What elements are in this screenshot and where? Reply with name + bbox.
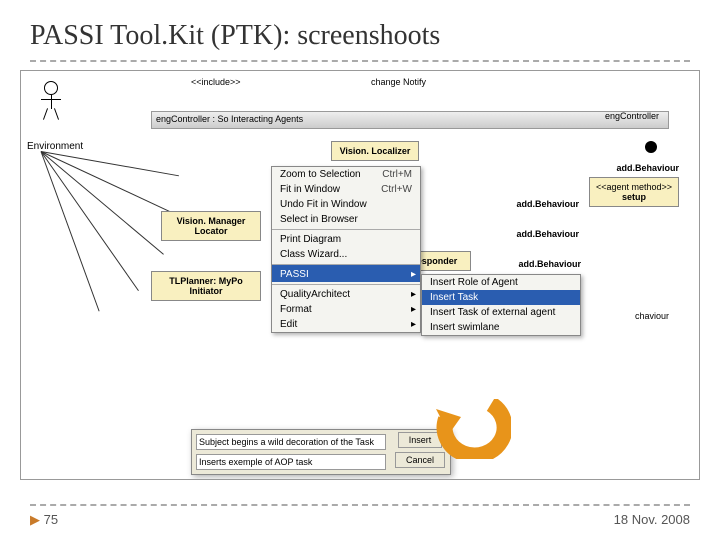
chevron-right-icon: ▸ [411, 289, 416, 300]
include-label: <<include>> [191, 77, 241, 87]
submenu-insert-task[interactable]: Insert Task [422, 290, 580, 305]
behaviour-label: chaviour [635, 311, 669, 321]
slide-title: PASSI Tool.Kit (PTK): screenshoots [30, 20, 690, 62]
menu-fit-window[interactable]: Fit in WindowCtrl+W [272, 182, 420, 197]
context-menu[interactable]: Zoom to SelectionCtrl+M Fit in WindowCtr… [271, 166, 421, 333]
tlplanner-label: TLPlanner: MyPo Initiator [169, 276, 243, 296]
passi-submenu[interactable]: Insert Role of Agent Insert Task Insert … [421, 274, 581, 336]
vision-localizer-box[interactable]: Vision. Localizer [331, 141, 419, 161]
menu-edit[interactable]: Edit▸ [272, 317, 420, 332]
dialog-list-item-2[interactable]: Inserts exemple of AOP task [196, 454, 386, 470]
menu-zoom-selection[interactable]: Zoom to SelectionCtrl+M [272, 167, 420, 182]
initial-state-icon [645, 141, 657, 153]
controller-label: engController [605, 111, 659, 121]
page-number: 75 [30, 512, 58, 528]
change-notify-label: change Notify [371, 77, 426, 87]
slide-date: 18 Nov. 2008 [614, 512, 690, 528]
menu-undo-fit[interactable]: Undo Fit in Window [272, 197, 420, 212]
diagram-canvas: Environment <<include>> change Notify en… [20, 70, 700, 480]
vision-manager-box[interactable]: Vision. Manager Locator [161, 211, 261, 241]
chevron-right-icon: ▸ [411, 269, 416, 280]
actor-connection-lines [41, 151, 161, 301]
add-behaviour-3: add.Behaviour [516, 229, 579, 239]
setup-label: setup [594, 192, 674, 202]
curved-arrow-icon [431, 399, 511, 459]
slide-footer: 75 18 Nov. 2008 [30, 504, 690, 528]
submenu-insert-task-external[interactable]: Insert Task of external agent [422, 305, 580, 320]
dialog-list-item-1[interactable]: Subject begins a wild decoration of the … [196, 434, 386, 450]
menu-passi[interactable]: PASSI▸ [272, 264, 420, 282]
add-behaviour-1: add.Behaviour [616, 163, 679, 173]
menu-select-browser[interactable]: Select in Browser [272, 212, 420, 227]
menu-class-wizard[interactable]: Class Wizard... [272, 247, 420, 262]
submenu-insert-role[interactable]: Insert Role of Agent [422, 275, 580, 290]
chevron-right-icon: ▸ [411, 304, 416, 315]
tlplanner-box[interactable]: TLPlanner: MyPo Initiator [151, 271, 261, 301]
menu-format[interactable]: Format▸ [272, 302, 420, 317]
menu-print-diagram[interactable]: Print Diagram [272, 229, 420, 247]
add-behaviour-4: add.Behaviour [518, 259, 581, 269]
insert-task-dialog[interactable]: Subject begins a wild decoration of the … [191, 429, 451, 475]
chevron-right-icon: ▸ [411, 319, 416, 330]
submenu-insert-swimlane[interactable]: Insert swimlane [422, 320, 580, 335]
actor-stickman [41, 81, 61, 118]
vision-manager-label: Vision. Manager Locator [177, 216, 246, 236]
setup-box[interactable]: <<agent method>> setup [589, 177, 679, 207]
add-behaviour-2: add.Behaviour [516, 199, 579, 209]
agent-method-stereotype: <<agent method>> [594, 182, 674, 192]
menu-quality-architect[interactable]: QualityArchitect▸ [272, 284, 420, 302]
uml-window-titlebar[interactable]: engController : So Interacting Agents [151, 111, 669, 129]
